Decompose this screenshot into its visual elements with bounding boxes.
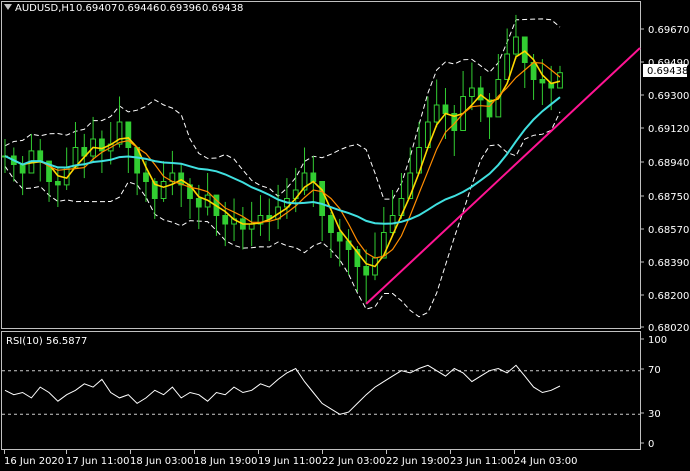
- price-tick-label: 0.69120: [648, 124, 689, 135]
- price-tick-label: 0.68020: [648, 323, 689, 334]
- candle-body: [486, 99, 493, 118]
- time-tick-label: 19 Jun 11:00: [258, 456, 322, 467]
- time-tick-label: 23 Jun 11:00: [450, 456, 514, 467]
- candle-body: [530, 62, 537, 80]
- time-tick-label: 18 Jun 19:00: [194, 456, 258, 467]
- high-value: 0.69446: [118, 3, 159, 14]
- time-tick-label: 16 Jun 2020: [4, 456, 64, 467]
- candle-body: [504, 53, 511, 80]
- price-tick-label: 0.68200: [648, 291, 689, 302]
- candle-body: [521, 36, 528, 63]
- candle-body: [363, 266, 370, 276]
- close-value: 0.69438: [202, 3, 243, 14]
- price-tick-label: 0.69300: [648, 91, 689, 102]
- time-tick-label: 17 Jun 11:00: [66, 456, 130, 467]
- candle-body: [469, 87, 475, 97]
- low-value: 0.69396: [160, 3, 201, 14]
- candle-body: [310, 172, 317, 182]
- open-value: 0.69407: [76, 3, 117, 14]
- candle-body: [513, 36, 519, 55]
- candle-body: [37, 150, 44, 162]
- price-tick-label: 0.68390: [648, 258, 689, 269]
- time-tick-label: 24 Jun 03:00: [514, 456, 578, 467]
- candle-body: [19, 164, 26, 174]
- time-tick-label: 18 Jun 03:00: [130, 456, 194, 467]
- rsi-tick-label: 70: [648, 365, 661, 376]
- price-tick-label: 0.68750: [648, 192, 689, 203]
- price-tick-label: 0.68570: [648, 225, 689, 236]
- price-tick-label: 0.69670: [648, 25, 689, 36]
- time-tick-label: 22 Jun 03:00: [322, 456, 386, 467]
- candle-body: [222, 215, 229, 225]
- chart-canvas: 0.696700.694900.693000.691200.689400.687…: [0, 0, 690, 471]
- candle-body: [442, 104, 449, 114]
- candle-body: [125, 121, 132, 148]
- candle-body: [319, 181, 326, 216]
- time-tick-label: 22 Jun 19:00: [386, 456, 450, 467]
- current-price-marker: 0.69438: [643, 64, 688, 77]
- candle-body: [433, 104, 440, 123]
- price-tick-label: 0.68940: [648, 158, 689, 169]
- candle-body: [54, 181, 61, 186]
- candle-body: [336, 232, 343, 242]
- rsi-tick-label: 100: [648, 335, 667, 346]
- current-price-label: 0.69438: [647, 66, 688, 77]
- rsi-tick-label: 0: [648, 439, 654, 450]
- rsi-label: RSI(10) 56.5877: [6, 336, 87, 347]
- candle-body: [195, 198, 202, 208]
- rsi-tick-label: 30: [648, 409, 661, 420]
- chart-header: AUDUSD,H1 0.69407 0.69446 0.69396 0.6943…: [4, 3, 243, 14]
- candle-body: [143, 172, 149, 182]
- symbol-label: AUDUSD,H1: [15, 3, 75, 14]
- candle-body: [328, 215, 334, 233]
- candle-body: [160, 181, 167, 199]
- candle-body: [539, 79, 546, 84]
